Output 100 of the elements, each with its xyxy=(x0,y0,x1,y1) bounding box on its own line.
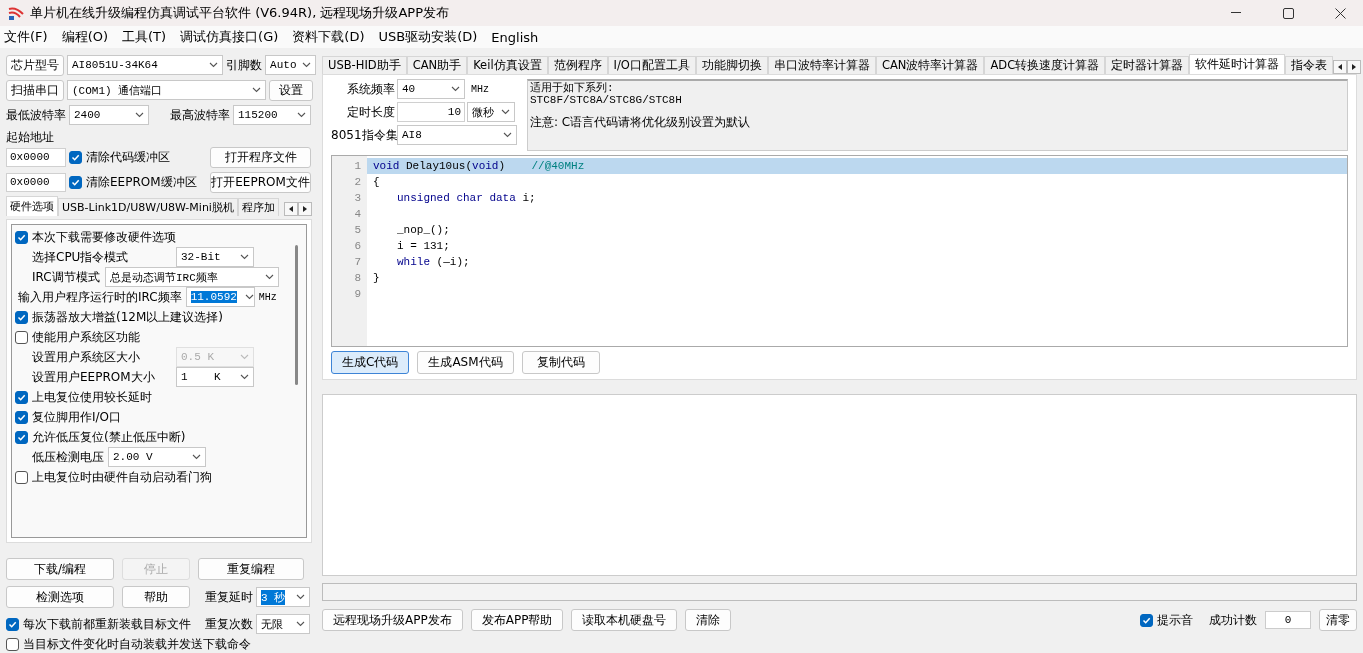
dropdown[interactable]: AI8 xyxy=(397,125,517,145)
checkbox[interactable] xyxy=(15,230,28,244)
dropdown[interactable]: AI8051U-34K64 xyxy=(67,55,224,75)
action-button[interactable]: 帮助 xyxy=(122,586,190,608)
address-field[interactable]: 0x0000 xyxy=(6,147,66,167)
code-line: void Delay10us(void) //@40MHz xyxy=(373,160,585,172)
caret-icon xyxy=(240,374,249,380)
tab[interactable]: I/O口配置工具 xyxy=(607,56,696,74)
dropdown[interactable]: 32-Bit xyxy=(176,247,254,267)
open-file-button[interactable]: 打开程序文件 xyxy=(210,146,311,168)
chip-type-button[interactable]: 芯片型号 xyxy=(6,54,64,76)
tab[interactable]: 指令表 xyxy=(1285,56,1334,74)
dropdown[interactable]: 2.00 V xyxy=(108,447,206,467)
caret-icon xyxy=(135,112,144,118)
dropdown[interactable]: Auto xyxy=(265,55,316,75)
scroll-left-button[interactable] xyxy=(1333,60,1348,74)
menu-item[interactable]: 资料下载(D) xyxy=(292,28,365,46)
tab[interactable]: 功能脚切换 xyxy=(695,56,768,74)
generate-button[interactable]: 复制代码 xyxy=(521,351,600,374)
dropdown[interactable]: 115200 xyxy=(233,105,311,125)
checkbox[interactable] xyxy=(69,150,82,164)
tab[interactable]: USB-HID助手 xyxy=(322,56,407,74)
menu-item[interactable]: English xyxy=(491,29,539,45)
field-label: 8051指令集 xyxy=(331,126,395,144)
dropdown[interactable]: 微秒 xyxy=(467,102,515,122)
code-line: _nop_(); xyxy=(397,224,450,236)
menu-item[interactable]: 编程(O) xyxy=(61,28,108,46)
minimize-icon xyxy=(1231,12,1241,14)
menu-item[interactable]: 调试仿真接口(G) xyxy=(180,28,279,46)
count-field[interactable]: 0 xyxy=(1265,611,1311,629)
scan-port-button[interactable]: 扫描串口 xyxy=(6,79,64,101)
dropdown[interactable]: 3 秒 xyxy=(256,587,310,607)
caret-icon xyxy=(240,254,249,260)
tab[interactable]: 范例程序 xyxy=(547,56,608,74)
code-line: i = 131; xyxy=(397,240,450,252)
dropdown[interactable]: 无限 xyxy=(256,614,310,634)
checkbox[interactable] xyxy=(6,617,19,631)
field-label: 引脚数 xyxy=(226,56,263,74)
line-number: 3 xyxy=(354,191,361,206)
checkbox[interactable] xyxy=(15,430,28,444)
address-field[interactable]: 0x0000 xyxy=(6,172,66,192)
tab[interactable]: 硬件选项 xyxy=(6,196,58,216)
checkbox-label[interactable]: 每次下载前都重新装载目标文件 xyxy=(23,615,191,633)
dropdown[interactable]: 2400 xyxy=(69,105,149,125)
checkbox-label[interactable]: 清除EEPROM缓冲区 xyxy=(86,173,197,191)
menu-item[interactable]: 文件(F) xyxy=(4,28,48,46)
checkbox-label[interactable]: 上电复位时由硬件自动启动看门狗 xyxy=(32,468,212,486)
tab[interactable]: 程序加 xyxy=(237,198,279,216)
checkbox[interactable] xyxy=(1140,613,1153,627)
code-line: } xyxy=(373,272,380,284)
action-button[interactable]: 远程现场升级APP发布 xyxy=(322,609,463,631)
generate-button[interactable]: 生成C代码 xyxy=(331,351,410,374)
line-number: 2 xyxy=(354,175,361,190)
checkbox-label[interactable]: 清除代码缓冲区 xyxy=(86,148,170,166)
tab[interactable]: 串口波特率计算器 xyxy=(767,56,876,74)
open-file-button[interactable]: 打开EEPROM文件 xyxy=(210,171,311,193)
checkbox[interactable] xyxy=(69,175,82,189)
dropdown[interactable]: 40 xyxy=(397,79,465,99)
checkbox[interactable] xyxy=(6,638,19,651)
frequency-field[interactable]: 11.0592 xyxy=(185,287,255,307)
checkbox-label[interactable]: 提示音 xyxy=(1157,611,1193,629)
code-editor[interactable]: 1 2 3 4 5 6 7 8 9 void Delay10us(void) //@40MHz { unsigned char data i; _nop_(); i = 131; while (—i); } xyxy=(331,155,1348,347)
action-button[interactable]: 检测选项 xyxy=(6,586,114,608)
scroll-right-button[interactable] xyxy=(298,202,312,216)
tab[interactable]: 定时器计算器 xyxy=(1105,56,1190,74)
scroll-right-button[interactable] xyxy=(1347,60,1362,74)
menu-item[interactable]: 工具(T) xyxy=(122,28,167,46)
action-button[interactable]: 下载/编程 xyxy=(6,558,114,580)
checkbox-label[interactable]: 本次下载需要修改硬件选项 xyxy=(32,228,176,246)
checkbox[interactable] xyxy=(15,470,28,484)
dropdown[interactable]: (COM1) 通信端口 xyxy=(67,80,266,100)
tab[interactable]: USB-Link1D/U8W/U8W-Mini脱机 xyxy=(58,198,238,216)
reset-button[interactable]: 清零 xyxy=(1319,609,1357,631)
checkbox-label[interactable]: 允许低压复位(禁止低压中断) xyxy=(32,428,186,446)
tab[interactable]: CAN助手 xyxy=(406,56,468,74)
tab[interactable]: CAN波特率计算器 xyxy=(875,56,985,74)
checkbox-label[interactable]: 振荡器放大增益(12M以上建议选择) xyxy=(32,308,223,326)
checkbox[interactable] xyxy=(15,330,28,344)
checkbox[interactable] xyxy=(15,390,28,404)
tab[interactable]: ADC转换速度计算器 xyxy=(984,56,1106,74)
settings-button[interactable]: 设置 xyxy=(269,79,313,101)
menu-item[interactable]: USB驱动安装(D) xyxy=(378,28,478,46)
dropdown[interactable]: 1 K xyxy=(176,367,254,387)
tab[interactable]: 软件延时计算器 xyxy=(1189,54,1286,74)
duration-field[interactable]: 10 xyxy=(397,102,465,122)
scroll-left-button[interactable] xyxy=(284,202,298,216)
action-button[interactable]: 重复编程 xyxy=(198,558,304,580)
checkbox-label[interactable]: 复位脚用作I/O口 xyxy=(32,408,122,426)
action-button[interactable]: 发布APP帮助 xyxy=(470,609,564,631)
tab[interactable]: Keil仿真设置 xyxy=(467,56,548,74)
dropdown[interactable]: 总是动态调节IRC频率 xyxy=(105,267,279,287)
generate-button[interactable]: 生成ASM代码 xyxy=(417,351,514,374)
checkbox[interactable] xyxy=(15,310,28,324)
checkbox-label[interactable]: 上电复位使用较长延时 xyxy=(32,388,152,406)
checkbox-label[interactable]: 使能用户系统区功能 xyxy=(32,328,140,346)
checkbox[interactable] xyxy=(15,410,28,424)
action-button[interactable]: 读取本机硬盘号 xyxy=(571,609,678,631)
checkbox-label[interactable]: 当目标文件变化时自动装载并发送下载命令 xyxy=(23,636,251,653)
action-button[interactable]: 清除 xyxy=(685,609,732,631)
scrollbar[interactable] xyxy=(295,245,298,385)
